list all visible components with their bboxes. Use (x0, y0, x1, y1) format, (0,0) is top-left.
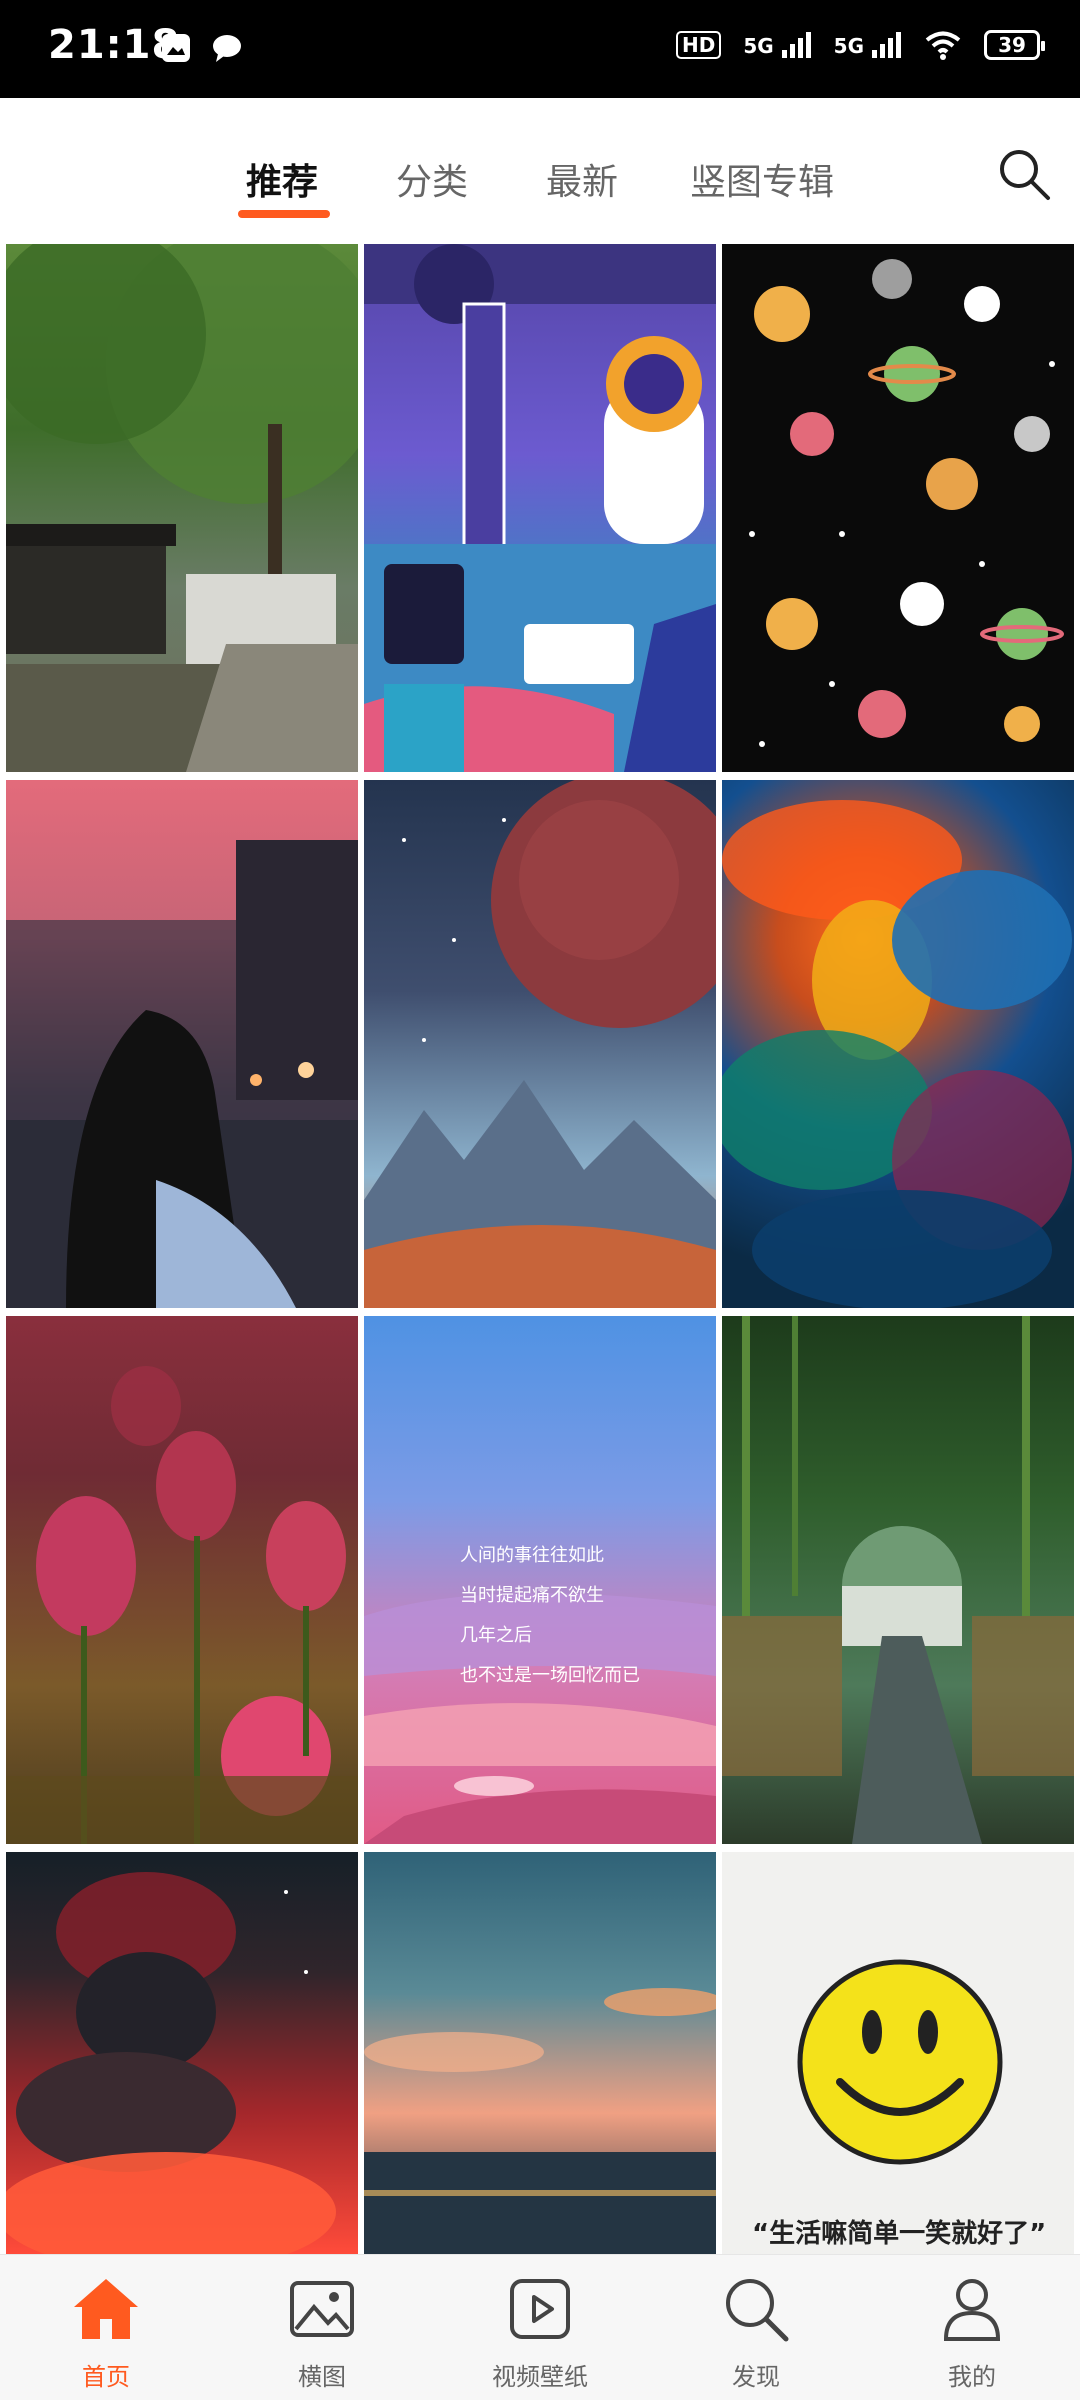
wifi-icon (925, 31, 961, 60)
nav-video-wallpaper[interactable]: 视频壁纸 (450, 2273, 630, 2392)
quote-line: 人间的事往往如此 (460, 1545, 604, 1566)
wallpaper-tile-quote-sky[interactable]: 人间的事往往如此 当时提起痛不欲生 几年之后 也不过是一场回忆而已 (364, 1316, 716, 1844)
wallpaper-tile-girl-city-dusk[interactable] (6, 780, 358, 1308)
wallpaper-grid: 人间的事往往如此 当时提起痛不欲生 几年之后 也不过是一场回忆而已 “生活嘛简单… (6, 244, 1074, 2254)
signal-bars-icon (781, 32, 811, 58)
girl-city-illustration (6, 840, 358, 1308)
network-type-1: 5G (743, 34, 774, 58)
video-icon (510, 2279, 570, 2339)
wallpaper-tile-red-planet[interactable] (364, 780, 716, 1308)
red-planet-illustration (364, 780, 716, 1308)
red-clouds-illustration (6, 1872, 336, 2254)
search-icon[interactable] (996, 146, 1052, 202)
quote-line: 几年之后 (460, 1625, 532, 1646)
quote-line: 也不过是一场回忆而已 (460, 1665, 640, 1686)
quote-line: 当时提起痛不欲生 (460, 1585, 604, 1606)
wallpaper-tile-smiley[interactable]: “生活嘛简单一笑就好了” (722, 1852, 1074, 2254)
signal-bars-icon (872, 32, 901, 58)
profile-icon (943, 2279, 1001, 2341)
network-type-2: 5G (833, 34, 864, 58)
tab-vertical-albums[interactable]: 竖图专辑 (690, 153, 834, 205)
status-bar: 21:18 HD 5G 5G 39 (0, 0, 1080, 98)
space-dogs-pattern (749, 259, 1064, 747)
message-notification-icon (213, 35, 241, 62)
tab-category[interactable]: 分类 (396, 153, 468, 205)
home-icon (74, 2279, 138, 2339)
top-tab-bar: 推荐 分类 最新 竖图专辑 (0, 98, 1080, 240)
image-icon (290, 2281, 354, 2337)
smiley-caption: “生活嘛简单一笑就好了” (752, 2219, 1047, 2249)
hd-voice-icon: HD (675, 31, 722, 59)
tab-recommended[interactable]: 推荐 (246, 153, 318, 205)
nav-profile[interactable]: 我的 (882, 2273, 1062, 2392)
wallpaper-tile-astronaut-poster[interactable] (364, 244, 716, 772)
signal-1: 5G (743, 32, 811, 58)
signal-2: 5G (834, 32, 902, 58)
battery-icon: 39 (984, 30, 1045, 60)
tab-latest[interactable]: 最新 (546, 153, 618, 205)
nav-discover-label: 发现 (732, 2363, 780, 2391)
wallpaper-tile-space-dogs[interactable] (722, 244, 1074, 772)
smiley-face-icon (797, 1959, 1003, 2165)
nav-discover[interactable]: 发现 (666, 2273, 846, 2392)
wallpaper-tile-bamboo-path[interactable] (722, 1316, 1074, 1844)
wallpaper-tile-riverside-town[interactable] (6, 244, 358, 772)
gallery-notification-icon (162, 34, 190, 62)
astronaut-poster-illustration (364, 244, 716, 772)
notification-icons (160, 32, 244, 64)
nav-video-label: 视频壁纸 (492, 2363, 588, 2391)
bottom-navigation: 首页 横图 视频壁纸 发现 我的 (0, 2254, 1080, 2400)
nav-home-label: 首页 (82, 2363, 130, 2391)
sea-sunset-illustration (364, 1988, 716, 2254)
status-right-icons: HD 5G 5G 39 (675, 30, 1045, 60)
nav-landscape[interactable]: 横图 (232, 2273, 412, 2392)
nav-home[interactable]: 首页 (16, 2273, 196, 2392)
bamboo-path-illustration (722, 1316, 1074, 1844)
riverside-town-illustration (6, 244, 358, 772)
colorful-smoke-illustration (722, 800, 1072, 1308)
discover-search-icon (726, 2279, 789, 2342)
wallpaper-tile-red-clouds[interactable] (6, 1852, 358, 2254)
nav-profile-label: 我的 (948, 2363, 996, 2391)
wallpaper-tile-sea-sunset[interactable] (364, 1852, 716, 2254)
active-tab-indicator (238, 210, 330, 218)
quote-text: 人间的事往往如此 当时提起痛不欲生 几年之后 也不过是一场回忆而已 (460, 1536, 640, 1696)
battery-level: 39 (998, 33, 1026, 57)
wallpaper-tile-colorful-smoke[interactable] (722, 780, 1074, 1308)
tulips-illustration (6, 1366, 358, 1844)
nav-landscape-label: 横图 (298, 2363, 346, 2391)
wallpaper-tile-tulips[interactable] (6, 1316, 358, 1844)
